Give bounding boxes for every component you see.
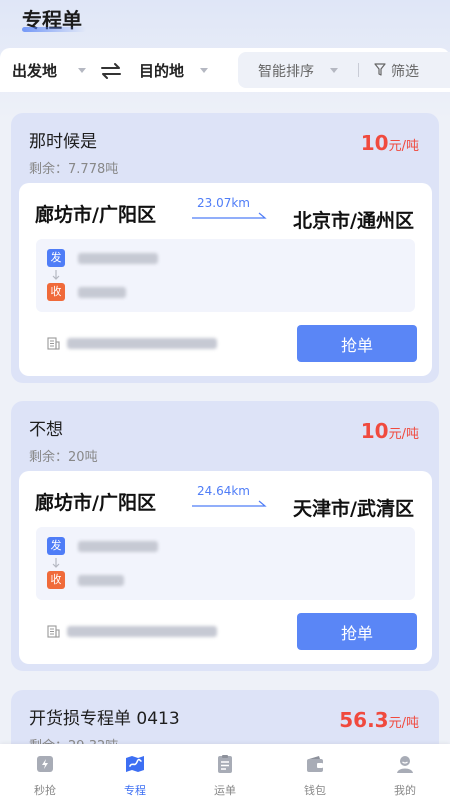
receive-address-redacted — [78, 575, 124, 586]
tab-label: 专程 — [124, 784, 146, 797]
company-building-icon — [47, 625, 60, 638]
receive-tag: 收 — [47, 283, 65, 301]
order-name: 那时候是 — [29, 132, 97, 152]
tab-label: 秒抢 — [34, 784, 56, 797]
company-name-redacted — [67, 338, 217, 349]
send-tag: 发 — [47, 537, 65, 555]
route-distance: 23.07km — [197, 196, 250, 210]
sort-caret-icon[interactable] — [330, 68, 338, 73]
send-tag: 发 — [47, 249, 65, 267]
grab-order-button[interactable]: 抢单 — [297, 613, 417, 650]
tab-waybill[interactable]: 运单 — [180, 744, 270, 800]
order-price: 10元/吨 — [360, 419, 419, 443]
tab-label: 我的 — [394, 784, 416, 797]
route-arrow-icon — [192, 212, 267, 219]
origin-filter[interactable]: 出发地 — [12, 60, 57, 81]
route-origin: 廊坊市/广阳区 — [35, 492, 156, 514]
tab-wallet[interactable]: 钱包 — [270, 744, 360, 800]
title-underline — [22, 27, 86, 32]
address-box: 发 收 — [36, 239, 415, 312]
order-card[interactable]: 不想 剩余：20吨 10元/吨 廊坊市/广阳区 24.64km 天津市/武清区 … — [11, 401, 439, 671]
arrow-down-icon — [52, 558, 60, 568]
origin-caret-icon[interactable] — [78, 68, 86, 73]
company-name-redacted — [67, 626, 217, 637]
filter-bar: 出发地 目的地 智能排序 筛选 — [0, 48, 450, 92]
route-panel: 廊坊市/广阳区 23.07km 北京市/通州区 发 收 抢单 — [19, 183, 432, 376]
funnel-icon[interactable] — [374, 63, 386, 76]
receive-address-redacted — [78, 287, 126, 298]
route-origin: 廊坊市/广阳区 — [35, 204, 156, 226]
send-address-redacted — [78, 253, 158, 264]
tab-quick-grab[interactable]: 秒抢 — [0, 744, 90, 800]
order-name: 不想 — [29, 420, 63, 440]
order-name: 开货损专程单 0413 — [29, 709, 180, 729]
sort-filter-group: 智能排序 筛选 — [238, 52, 450, 88]
send-address-redacted — [78, 541, 158, 552]
tab-special-route[interactable]: 专程 — [90, 744, 180, 800]
tab-label: 钱包 — [304, 784, 326, 797]
destination-caret-icon[interactable] — [200, 68, 208, 73]
order-price: 10元/吨 — [360, 131, 419, 155]
clipboard-icon — [218, 755, 232, 773]
address-box: 发 收 — [36, 527, 415, 600]
remaining-weight: 剩余：7.778吨 — [29, 162, 119, 177]
tab-label: 运单 — [214, 784, 236, 797]
sort-dropdown[interactable]: 智能排序 — [258, 61, 314, 81]
company-building-icon — [47, 337, 60, 350]
tab-profile[interactable]: 我的 — [360, 744, 450, 800]
receive-tag: 收 — [47, 571, 65, 589]
destination-filter[interactable]: 目的地 — [139, 60, 184, 81]
remaining-weight: 剩余：20吨 — [29, 450, 98, 465]
arrow-down-icon — [52, 270, 60, 280]
route-destination: 天津市/武清区 — [293, 498, 414, 520]
route-arrow-icon — [192, 500, 267, 507]
bottom-tab-bar: 秒抢 专程 运单 钱包 我的 — [0, 744, 450, 800]
route-panel: 廊坊市/广阳区 24.64km 天津市/武清区 发 收 抢单 — [19, 471, 432, 664]
divider — [358, 63, 359, 77]
filter-button[interactable]: 筛选 — [391, 61, 419, 81]
route-distance: 24.64km — [197, 484, 250, 498]
map-route-icon — [126, 756, 144, 772]
grab-order-button[interactable]: 抢单 — [297, 325, 417, 362]
quick-grab-icon — [37, 756, 53, 772]
swap-icon[interactable] — [100, 62, 122, 80]
order-card[interactable]: 那时候是 剩余：7.778吨 10元/吨 廊坊市/广阳区 23.07km 北京市… — [11, 113, 439, 383]
order-price: 56.3元/吨 — [339, 708, 419, 732]
wallet-icon — [307, 756, 323, 772]
profile-icon — [397, 756, 413, 773]
route-destination: 北京市/通州区 — [293, 210, 414, 232]
